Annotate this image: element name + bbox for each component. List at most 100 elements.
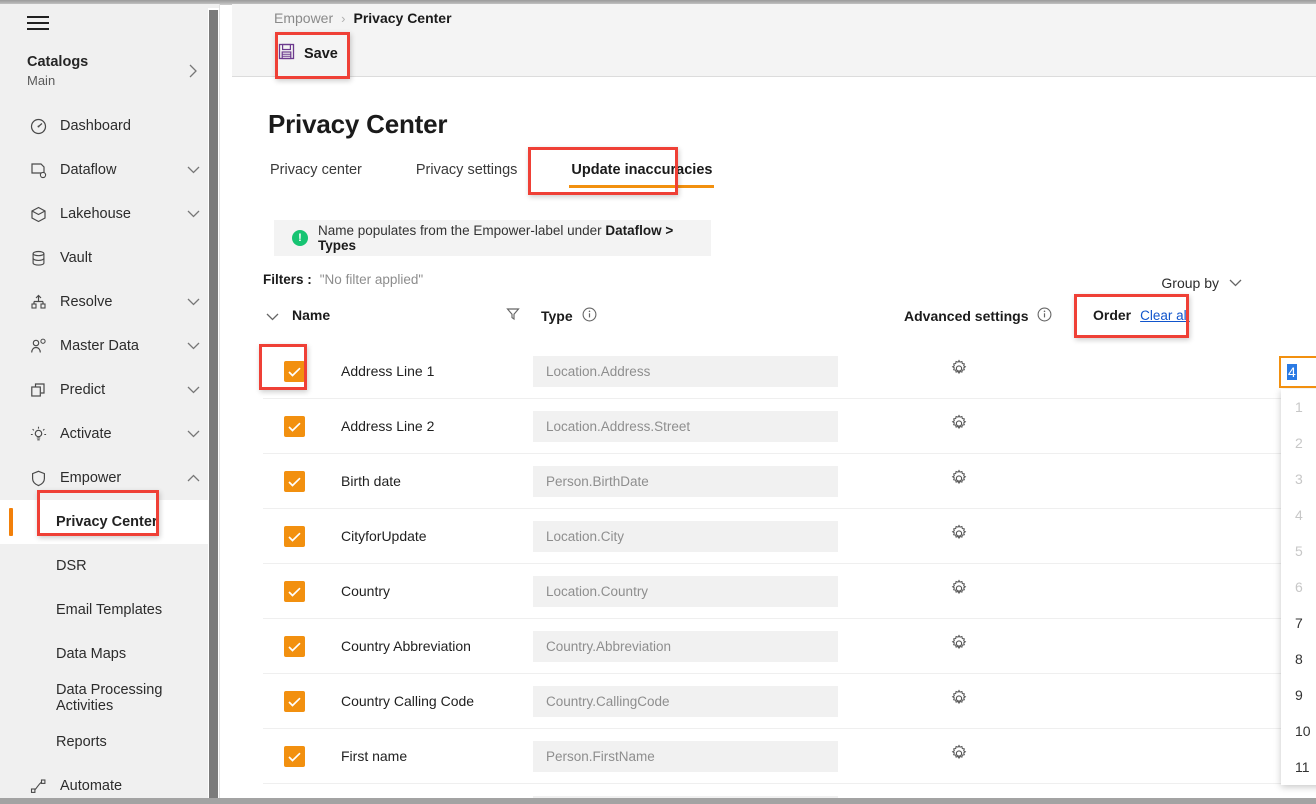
breadcrumb-parent[interactable]: Empower	[274, 10, 333, 26]
select-all-chevron-icon[interactable]	[266, 308, 279, 326]
tab-privacy-center[interactable]: Privacy center	[268, 159, 364, 188]
chevron-down-icon	[187, 161, 200, 179]
sidebar-item-empower[interactable]: Empower	[0, 456, 219, 500]
tab-label: Privacy center	[270, 162, 362, 178]
row-type-field[interactable]: Location.City	[533, 521, 838, 552]
column-header-label: Order	[1093, 307, 1132, 323]
order-option[interactable]: 8	[1281, 641, 1316, 677]
order-select-combobox[interactable]: 4	[1279, 356, 1316, 388]
order-select-dropdown-list[interactable]: 1 2 3 4 5 6 7 8 9 10 11	[1281, 389, 1316, 785]
table-row[interactable]: Country Abbreviation Country.Abbreviatio…	[263, 619, 1313, 674]
command-bar: Save	[232, 32, 1316, 77]
sidebar-scrollbar-thumb[interactable]	[209, 10, 218, 800]
sidebar-item-predict[interactable]: Predict	[0, 368, 219, 412]
row-checkbox[interactable]	[284, 416, 305, 437]
sidebar-item-privacy-center[interactable]: Privacy Center	[0, 500, 219, 544]
row-type-field[interactable]: Location.Address	[533, 356, 838, 387]
sidebar-item-lakehouse[interactable]: Lakehouse	[0, 192, 219, 236]
sidebar-item-dsr[interactable]: DSR	[0, 544, 219, 588]
tab-label: Update inaccuracies	[571, 162, 713, 178]
hamburger-menu-icon[interactable]	[27, 16, 49, 31]
row-checkbox[interactable]	[284, 636, 305, 657]
gear-icon[interactable]	[950, 414, 968, 438]
filter-funnel-icon[interactable]	[506, 307, 520, 326]
gear-icon[interactable]	[950, 744, 968, 768]
order-option[interactable]: 6	[1281, 569, 1316, 605]
clear-all-link[interactable]: Clear all	[1140, 308, 1190, 323]
sidebar-item-dataflow[interactable]: Dataflow	[0, 148, 219, 192]
order-option[interactable]: 10	[1281, 713, 1316, 749]
row-type-field[interactable]: Location.Country	[533, 576, 838, 607]
gear-icon[interactable]	[950, 524, 968, 548]
gear-icon[interactable]	[950, 634, 968, 658]
order-select-value[interactable]: 4	[1281, 364, 1316, 380]
order-option[interactable]: 7	[1281, 605, 1316, 641]
info-icon[interactable]	[1037, 307, 1052, 325]
row-checkbox-cell[interactable]	[284, 636, 305, 657]
row-checkbox[interactable]	[284, 581, 305, 602]
sidebar-item-label: Dashboard	[60, 118, 131, 134]
info-icon[interactable]	[582, 307, 597, 325]
table-row[interactable]: Country Location.Country	[263, 564, 1313, 619]
row-checkbox[interactable]	[284, 526, 305, 547]
table-row[interactable]: CityforUpdate Location.City	[263, 509, 1313, 564]
row-checkbox-cell[interactable]	[284, 581, 305, 602]
gear-icon[interactable]	[950, 579, 968, 603]
gear-icon[interactable]	[950, 469, 968, 493]
order-option[interactable]: 1	[1281, 389, 1316, 425]
order-option[interactable]: 4	[1281, 497, 1316, 533]
sidebar-item-vault[interactable]: Vault	[0, 236, 219, 280]
row-name: Country Abbreviation	[341, 638, 471, 654]
sidebar-item-dashboard[interactable]: Dashboard	[0, 104, 219, 148]
row-checkbox[interactable]	[284, 746, 305, 767]
sidebar-item-email-templates[interactable]: Email Templates	[0, 588, 219, 632]
row-checkbox-cell[interactable]	[284, 361, 305, 382]
order-option[interactable]: 5	[1281, 533, 1316, 569]
tab-privacy-settings[interactable]: Privacy settings	[414, 159, 520, 188]
row-checkbox[interactable]	[284, 361, 305, 382]
gear-icon[interactable]	[950, 689, 968, 713]
row-checkbox[interactable]	[284, 691, 305, 712]
sidebar-item-automate[interactable]: Automate	[0, 764, 219, 801]
row-type-field[interactable]: Country.CallingCode	[533, 686, 838, 717]
table-row[interactable]: Address Line 1 Location.Address	[263, 344, 1313, 399]
row-type-field[interactable]: Location.Address.Street	[533, 411, 838, 442]
sidebar-subitem-label: Data Maps	[56, 646, 127, 662]
table-row[interactable]: Address Line 2 Location.Address.Street	[263, 399, 1313, 454]
automate-icon	[27, 775, 49, 797]
breadcrumb-separator-icon: ›	[341, 10, 346, 26]
sidebar-item-activate[interactable]: Activate	[0, 412, 219, 456]
row-checkbox[interactable]	[284, 471, 305, 492]
catalogs-selector[interactable]: Catalogs Main	[0, 52, 219, 96]
row-checkbox-cell[interactable]	[284, 471, 305, 492]
sidebar-item-label: Dataflow	[60, 162, 117, 178]
tab-update-inaccuracies[interactable]: Update inaccuracies	[569, 159, 715, 188]
order-option[interactable]: 3	[1281, 461, 1316, 497]
group-by-control[interactable]: Group by	[1161, 274, 1242, 292]
column-header-name[interactable]: Name	[292, 307, 330, 323]
row-type-field[interactable]: Person.FirstName	[533, 741, 838, 772]
sidebar-item-data-maps[interactable]: Data Maps	[0, 632, 219, 676]
table-row[interactable]: Birth date Person.BirthDate	[263, 454, 1313, 509]
row-checkbox-cell[interactable]	[284, 746, 305, 767]
table-row[interactable]: Country Calling Code Country.CallingCode	[263, 674, 1313, 729]
save-button[interactable]: Save	[270, 38, 346, 70]
sidebar-item-reports[interactable]: Reports	[0, 720, 219, 764]
table-header-row: Name Type Advanced settings Order Clear …	[263, 307, 1313, 339]
row-type-field[interactable]: Country.Abbreviation	[533, 631, 838, 662]
table-row[interactable]	[263, 784, 1313, 798]
order-option[interactable]: 11	[1281, 749, 1316, 785]
order-option[interactable]: 9	[1281, 677, 1316, 713]
order-option[interactable]: 2	[1281, 425, 1316, 461]
sidebar-item-master-data[interactable]: Master Data	[0, 324, 219, 368]
column-header-type[interactable]: Type	[541, 307, 597, 325]
sidebar-scrollbar[interactable]	[208, 8, 219, 801]
gear-icon[interactable]	[950, 359, 968, 383]
table-row[interactable]: First name Person.FirstName	[263, 729, 1313, 784]
row-type-field[interactable]: Person.BirthDate	[533, 466, 838, 497]
row-checkbox-cell[interactable]	[284, 416, 305, 437]
row-checkbox-cell[interactable]	[284, 526, 305, 547]
row-checkbox-cell[interactable]	[284, 691, 305, 712]
sidebar-item-resolve[interactable]: Resolve	[0, 280, 219, 324]
sidebar-item-data-processing-activities[interactable]: Data Processing Activities	[0, 676, 219, 720]
